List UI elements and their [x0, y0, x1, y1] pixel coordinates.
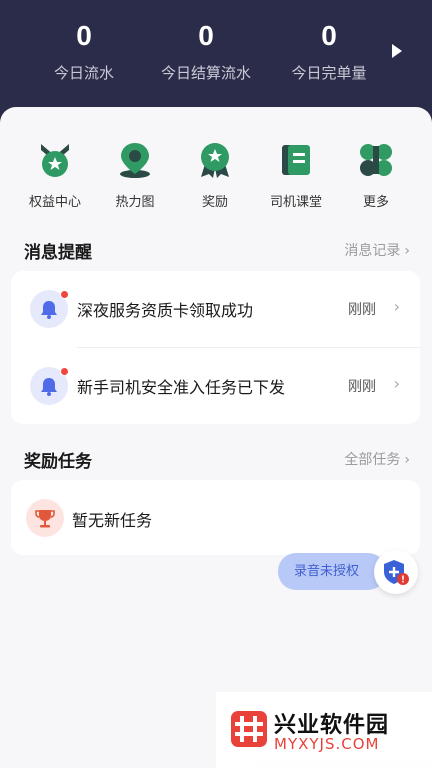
- message-history-link[interactable]: 消息记录 ›: [344, 240, 410, 260]
- unread-dot: [60, 367, 69, 376]
- bell-icon: [30, 367, 69, 405]
- stats-row: 0 今日流水 0 今日结算流水 0 今日完单量: [0, 18, 432, 88]
- shield-icon: [384, 560, 409, 585]
- more-grid-icon: [360, 144, 392, 176]
- all-tasks-link[interactable]: 全部任务 ›: [344, 449, 410, 469]
- message-item[interactable]: 新手司机安全准入任务已下发 刚刚 ›: [11, 348, 420, 424]
- trophy-icon: [26, 499, 64, 537]
- message-time: 刚刚: [348, 302, 376, 318]
- quick-action-rights-center[interactable]: 权益中心: [19, 140, 91, 210]
- medal-icon: [201, 143, 229, 178]
- safety-shield-button[interactable]: [374, 550, 418, 594]
- message-item[interactable]: 深夜服务资质卡领取成功 刚刚 ›: [11, 271, 420, 347]
- quick-action-more[interactable]: 更多: [340, 140, 412, 210]
- expand-arrow-icon[interactable]: [392, 44, 402, 58]
- quick-action-label: 权益中心: [28, 195, 81, 210]
- task-list: 暂无新任务: [11, 480, 420, 555]
- quick-action-driver-class[interactable]: 司机课堂: [260, 140, 332, 210]
- stat-label: 今日流水: [53, 64, 114, 82]
- bell-icon: [30, 290, 69, 328]
- message-time: 刚刚: [348, 379, 376, 395]
- stat-value: 0: [321, 20, 337, 51]
- quick-action-label: 司机课堂: [269, 195, 322, 210]
- stat-settled-flow[interactable]: 0 今日结算流水: [141, 18, 271, 83]
- chevron-right-icon: ›: [393, 297, 400, 316]
- message-list: 深夜服务资质卡领取成功 刚刚 › 新手司机安全准入任务已下发 刚刚 ›: [11, 271, 420, 424]
- stat-today-flow[interactable]: 0 今日流水: [19, 18, 149, 83]
- quick-action-label: 热力图: [115, 195, 155, 210]
- watermark-subtitle: MYXYJS.COM: [274, 735, 380, 753]
- message-text: 新手司机安全准入任务已下发: [77, 378, 286, 397]
- stat-value: 0: [76, 20, 92, 51]
- messages-section-title: 消息提醒: [24, 243, 92, 263]
- quick-action-heatmap[interactable]: 热力图: [99, 140, 171, 210]
- quick-action-label: 奖励: [201, 195, 228, 210]
- quick-action-rewards[interactable]: 奖励: [179, 140, 251, 210]
- stat-value: 0: [198, 20, 214, 51]
- stat-label: 今日结算流水: [160, 64, 251, 82]
- chevron-right-icon: ›: [393, 374, 400, 393]
- message-text: 深夜服务资质卡领取成功: [77, 301, 254, 320]
- watermark: 兴业软件园 MYXYJS.COM: [216, 692, 432, 768]
- empty-tasks-text: 暂无新任务: [72, 511, 153, 530]
- record-permission-button[interactable]: 录音未授权: [278, 553, 386, 590]
- rights-badge-icon: [41, 144, 69, 177]
- message-history-label: 消息记录: [344, 243, 401, 259]
- stat-label: 今日完单量: [291, 64, 367, 82]
- all-tasks-label: 全部任务: [344, 452, 401, 468]
- classroom-book-icon: [282, 145, 310, 175]
- map-pin-icon: [120, 143, 150, 178]
- quick-actions: 权益中心 热力图 奖励 司机课堂 更多: [0, 140, 432, 215]
- unread-dot: [60, 290, 69, 299]
- chevron-right-icon: ›: [404, 452, 410, 468]
- stat-completed-orders[interactable]: 0 今日完单量: [264, 18, 394, 83]
- chevron-right-icon: ›: [404, 243, 410, 259]
- watermark-logo-icon: [231, 711, 267, 747]
- tasks-section-title: 奖励任务: [24, 452, 92, 472]
- quick-action-label: 更多: [362, 195, 389, 210]
- trophy-icon-glyph: [35, 510, 55, 528]
